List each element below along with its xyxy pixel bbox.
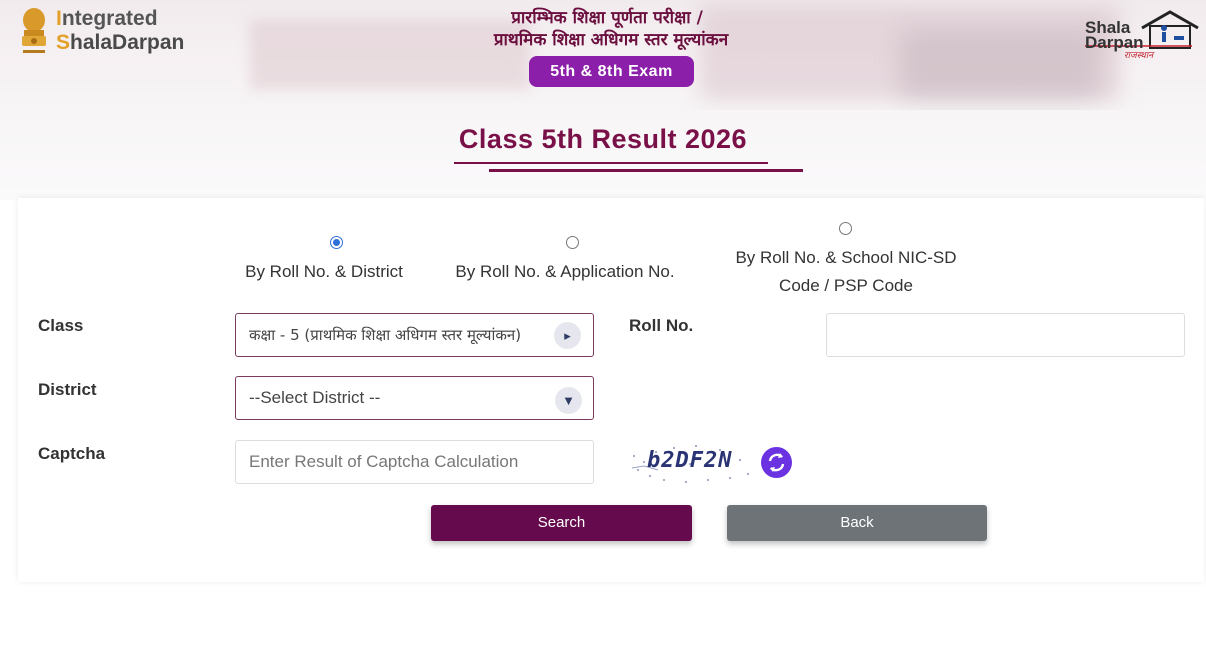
roll-no-input[interactable] [826,313,1185,357]
option-roll-school-label[interactable]: By Roll No. & School NIC-SD Code / PSP C… [718,244,974,300]
chevron-right-icon[interactable]: ▸ [554,322,581,349]
district-select[interactable]: --Select District -- ▼ [235,376,594,420]
captcha-placeholder: Enter Result of Captcha Calculation [249,452,519,471]
captcha-input[interactable]: Enter Result of Captcha Calculation [235,440,594,484]
back-button[interactable]: Back [727,505,987,541]
option-roll-district-label[interactable]: By Roll No. & District [224,258,424,286]
radio-roll-school-code[interactable] [839,222,852,235]
search-button[interactable]: Search [431,505,692,541]
captcha-label: Captcha [38,444,106,463]
header-banner: Integrated ShalaDarpan प्रारम्भिक शिक्षा… [0,0,1206,110]
class-label: Class [38,316,84,335]
shala-darpan-logo-icon: Shala Darpan राजस्थान [1082,6,1202,64]
class-select[interactable]: कक्षा - 5 (प्राथमिक शिक्षा अधिगम स्तर मू… [235,313,594,357]
chevron-down-icon[interactable]: ▼ [555,387,582,414]
district-label: District [38,380,97,399]
header-title-line2: प्राथमिक शिक्षा अधिगम स्तर मूल्यांकन [493,30,729,50]
page-title: Class 5th Result 2026 [458,124,748,154]
title-underline [454,162,768,164]
option-line2: Code / PSP Code [779,276,913,295]
class-select-value: कक्षा - 5 (प्राथमिक शिक्षा अधिगम स्तर मू… [249,326,522,344]
logo-tag: राजस्थान [1124,50,1154,60]
exam-badge: 5th & 8th Exam [529,56,694,87]
title-underline-2 [489,169,803,172]
option-line1: By Roll No. & School NIC-SD [735,248,957,267]
header-title-line1: प्रारम्भिक शिक्षा पूर्णता परीक्षा / [511,8,703,28]
option-roll-application-label[interactable]: By Roll No. & Application No. [435,258,695,286]
district-select-value: --Select District -- [249,388,381,407]
radio-roll-application[interactable] [566,236,579,249]
captcha-code: b2DF2N [647,448,733,473]
roll-no-label: Roll No. [629,316,694,335]
refresh-icon[interactable] [761,447,792,478]
radio-roll-district[interactable] [330,236,343,249]
